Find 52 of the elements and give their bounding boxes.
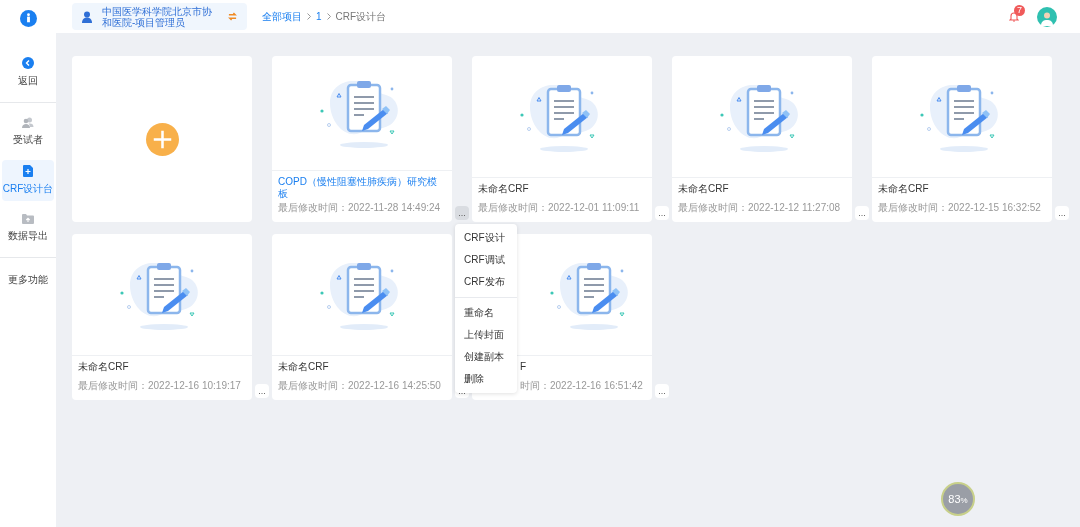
bell-icon[interactable] [1009, 11, 1019, 22]
sidebar-item[interactable]: 更多功能 [2, 267, 54, 292]
modified-time: 最后修改时间：2022-12-16 14:25:50 [278, 379, 442, 393]
chevron-icon [326, 13, 331, 20]
more-button[interactable]: ... [655, 206, 669, 220]
modified-time: 最后修改时间：2022-12-15 16:32:52 [878, 201, 1042, 215]
crf-card[interactable]: 未命名CRF 最后修改时间：2022-12-12 11:27:08 [672, 56, 852, 222]
card-title: COPD（慢性阻塞性肺疾病）研究模板 [278, 176, 438, 200]
project-name: 中国医学科学院北京市协和医院-项目管理员 [102, 5, 213, 28]
modified-time: 最后修改时间：2022-11-28 14:49:24 [278, 201, 442, 215]
user-icon [82, 10, 94, 23]
more-button[interactable]: ... [855, 206, 869, 220]
add-card[interactable] [72, 56, 252, 222]
logo-icon [19, 10, 37, 27]
breadcrumb-link[interactable]: 全部项目 [262, 9, 302, 24]
sidebar-item[interactable]: CRF设计台 [2, 160, 54, 201]
card-title: F [520, 361, 528, 373]
breadcrumb-current: CRF设计台 [335, 10, 387, 24]
breadcrumb-link[interactable]: 1 [316, 9, 322, 24]
crf-card[interactable]: COPD（慢性阻塞性肺疾病）研究模板 最后修改时间：2022-11-28 14:49:24 [272, 56, 452, 222]
gauge-reading: 83 [948, 491, 961, 507]
modified-time: 最后修改时间：2022-12-01 11:09:11 [478, 201, 641, 215]
folder-icon [22, 214, 34, 224]
project-selector[interactable]: 中国医学科学院北京市协和医院-项目管理员 [72, 3, 247, 30]
document-plus-icon [23, 165, 33, 177]
crf-card[interactable]: 未命名CRF 最后修改时间：2022-12-16 10:19:17 [72, 234, 252, 400]
card-title: 未命名CRF [78, 361, 130, 373]
more-button[interactable]: ... [255, 384, 269, 398]
card-title: 未命名CRF [878, 183, 930, 195]
avatar[interactable] [1037, 6, 1057, 27]
users-icon [22, 117, 34, 128]
sidebar-item[interactable]: 数据导出 [2, 209, 54, 248]
card-title: 未命名CRF [478, 183, 530, 195]
sidebar-item[interactable]: 受试者 [2, 112, 54, 152]
modified-time: 时间：2022-12-16 16:51:42 [520, 379, 644, 393]
card-title: 未命名CRF [678, 183, 730, 195]
gauge-unit: % [960, 496, 968, 507]
card-title: 未命名CRF [278, 361, 330, 373]
crf-card[interactable]: 未命名CRF 最后修改时间：2022-12-16 14:25:50 [272, 234, 452, 400]
crf-card[interactable]: 未命名CRF 最后修改时间：2022-12-01 11:09:11 [472, 56, 652, 222]
sidebar-item[interactable]: 返回 [2, 52, 54, 93]
add-icon [145, 122, 179, 156]
more-button[interactable]: ... [655, 384, 669, 398]
crf-card[interactable]: 未命名CRF 最后修改时间：2022-12-15 16:32:52 [872, 56, 1052, 222]
modified-time: 最后修改时间：2022-12-12 11:27:08 [678, 201, 842, 215]
modified-time: 最后修改时间：2022-12-16 10:19:17 [78, 379, 242, 393]
chevron-icon [307, 13, 311, 20]
notification-badge: 7 [1014, 5, 1025, 16]
back-icon [22, 57, 34, 69]
swap-icon [228, 12, 237, 21]
more-button[interactable]: ... [455, 206, 469, 220]
more-button[interactable]: ... [1055, 206, 1069, 220]
